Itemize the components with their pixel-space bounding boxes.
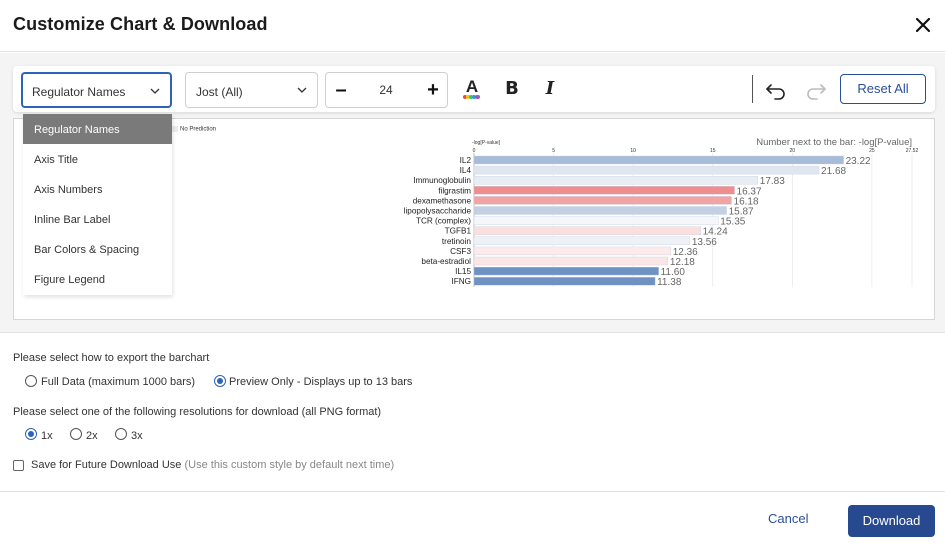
bar	[473, 216, 719, 225]
italic-button[interactable]: I	[535, 74, 565, 104]
category-label: dexamethasone	[413, 196, 472, 205]
bar	[473, 226, 701, 235]
category-label: filgrastim	[438, 186, 471, 195]
bar	[473, 256, 669, 266]
redo-icon[interactable]	[801, 74, 831, 104]
font-color-button[interactable]: A	[457, 74, 487, 104]
dropdown-item-axis-title[interactable]: Axis Title	[23, 144, 172, 174]
style-toolbar: Regulator Names Jost (All) – 24 + A B I …	[13, 66, 935, 112]
category-label: IL4	[460, 166, 472, 175]
chevron-down-icon	[150, 88, 160, 94]
category-label: TGFB1	[445, 227, 472, 236]
chevron-down-icon	[297, 87, 307, 93]
font-color-icon: A	[463, 77, 480, 99]
save-default-label: Save for Future Download Use (Use this c…	[31, 459, 394, 471]
category-label: IL15	[455, 267, 471, 276]
resolution-question: Please select one of the following resol…	[13, 406, 382, 418]
cancel-button[interactable]: Cancel	[768, 511, 808, 526]
value-label: 17.83	[760, 176, 785, 187]
category-label: Immunoglobulin	[413, 176, 471, 185]
tick-label: 5	[552, 148, 555, 154]
decrease-size-button[interactable]: –	[334, 80, 348, 100]
download-button[interactable]: Download	[848, 505, 935, 537]
dropdown-item-axis-numbers[interactable]: Axis Numbers	[23, 174, 172, 204]
target-dropdown-menu: Regulator Names Axis Title Axis Numbers …	[23, 114, 172, 295]
radio-full-data-label: Full Data (maximum 1000 bars)	[41, 376, 196, 388]
radio-3x[interactable]	[115, 428, 127, 440]
font-size-value[interactable]: 24	[366, 83, 406, 97]
increase-size-button[interactable]: +	[426, 80, 440, 100]
bar	[473, 236, 691, 246]
toolbar-divider	[752, 75, 753, 103]
radio-2x[interactable]	[70, 428, 82, 440]
dialog-header: Customize Chart & Download	[0, 0, 945, 52]
bar	[473, 266, 659, 276]
save-default-text: Save for Future Download Use	[31, 459, 182, 471]
export-question: Please select how to export the barchart	[13, 352, 210, 364]
tick-label: 15	[710, 148, 716, 154]
category-label: TCR (complex)	[416, 217, 471, 226]
font-select-value: Jost (All)	[196, 85, 243, 99]
tick-label: 10	[630, 148, 636, 154]
font-select[interactable]: Jost (All)	[185, 72, 318, 108]
dropdown-item-figure-legend[interactable]: Figure Legend	[23, 264, 172, 294]
dropdown-item-regulator-names[interactable]: Regulator Names	[23, 114, 172, 144]
category-label: CSF3	[450, 247, 471, 256]
save-default-checkbox[interactable]	[13, 460, 24, 471]
radio-full-data[interactable]	[25, 375, 37, 387]
bar	[473, 206, 727, 215]
bold-button[interactable]: B	[497, 74, 527, 104]
close-icon[interactable]	[911, 13, 935, 37]
axis-title: -log[P-value]	[472, 140, 501, 146]
category-label: IL2	[460, 156, 472, 165]
value-label: 11.38	[657, 277, 682, 288]
customize-chart-dialog: Customize Chart & Download Regulator Nam…	[0, 0, 945, 545]
bar	[473, 246, 671, 256]
bar	[473, 186, 735, 195]
category-label: beta-estradiol	[421, 257, 471, 266]
radio-preview-only-label: Preview Only - Displays up to 13 bars	[229, 376, 413, 388]
chart-annotation: Number next to the bar: -log[P-value]	[756, 137, 912, 148]
radio-1x-label: 1x	[41, 430, 53, 442]
value-label: 23.22	[846, 156, 871, 167]
legend-swatch	[172, 126, 178, 132]
value-label: 21.68	[821, 166, 846, 177]
category-label: lipopolysaccharide	[404, 207, 472, 216]
tick-label: 27.52	[906, 148, 919, 154]
dialog-footer: Cancel Download	[0, 491, 945, 545]
category-label: IFNG	[451, 277, 471, 286]
font-color-letter: A	[466, 77, 478, 96]
target-select-value: Regulator Names	[32, 85, 126, 99]
bar	[473, 155, 844, 165]
bar	[473, 196, 732, 205]
target-select[interactable]: Regulator Names	[21, 72, 172, 108]
radio-2x-label: 2x	[86, 430, 98, 442]
font-size-stepper: – 24 +	[325, 72, 448, 108]
radio-preview-only[interactable]	[214, 375, 226, 387]
dropdown-item-inline-bar-label[interactable]: Inline Bar Label	[23, 204, 172, 234]
undo-icon[interactable]	[761, 74, 791, 104]
tick-label: 20	[790, 148, 796, 154]
bar	[473, 276, 656, 286]
reset-all-button[interactable]: Reset All	[840, 74, 926, 104]
dropdown-item-bar-colors-spacing[interactable]: Bar Colors & Spacing	[23, 234, 172, 264]
bar	[473, 165, 820, 175]
legend-label: No Prediction	[180, 126, 217, 133]
radio-1x[interactable]	[25, 428, 37, 440]
tick-label: 25	[869, 148, 875, 154]
save-default-hint: (Use this custom style by default next t…	[184, 459, 395, 471]
bar	[473, 176, 758, 185]
radio-3x-label: 3x	[131, 430, 143, 442]
dialog-title: Customize Chart & Download	[13, 14, 268, 34]
category-label: tretinoin	[442, 237, 472, 246]
figure-legend: No Prediction	[172, 126, 216, 133]
